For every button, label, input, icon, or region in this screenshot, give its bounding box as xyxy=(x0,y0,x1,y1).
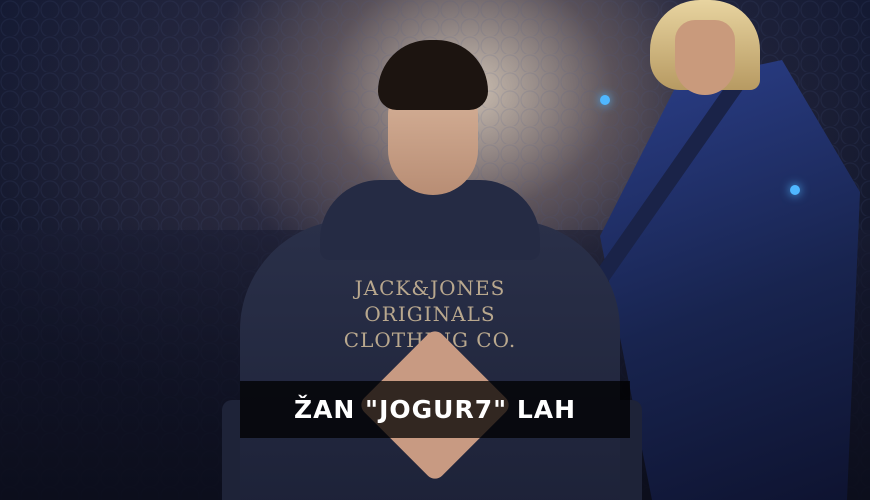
hoodie-print-line: ORIGINALS xyxy=(364,302,496,326)
player-name: ŽAN "JOGUR7" LAH xyxy=(293,395,577,424)
player-hair xyxy=(378,40,488,110)
name-caption: ŽAN "JOGUR7" LAH xyxy=(240,381,630,438)
character-face xyxy=(675,20,735,95)
player-promo-image: JACK&JONES ORIGINALS CLOTHING CO. ŽAN "J… xyxy=(0,0,870,500)
glow-accent xyxy=(790,185,800,195)
hoodie-print-line: JACK&JONES xyxy=(354,276,506,300)
